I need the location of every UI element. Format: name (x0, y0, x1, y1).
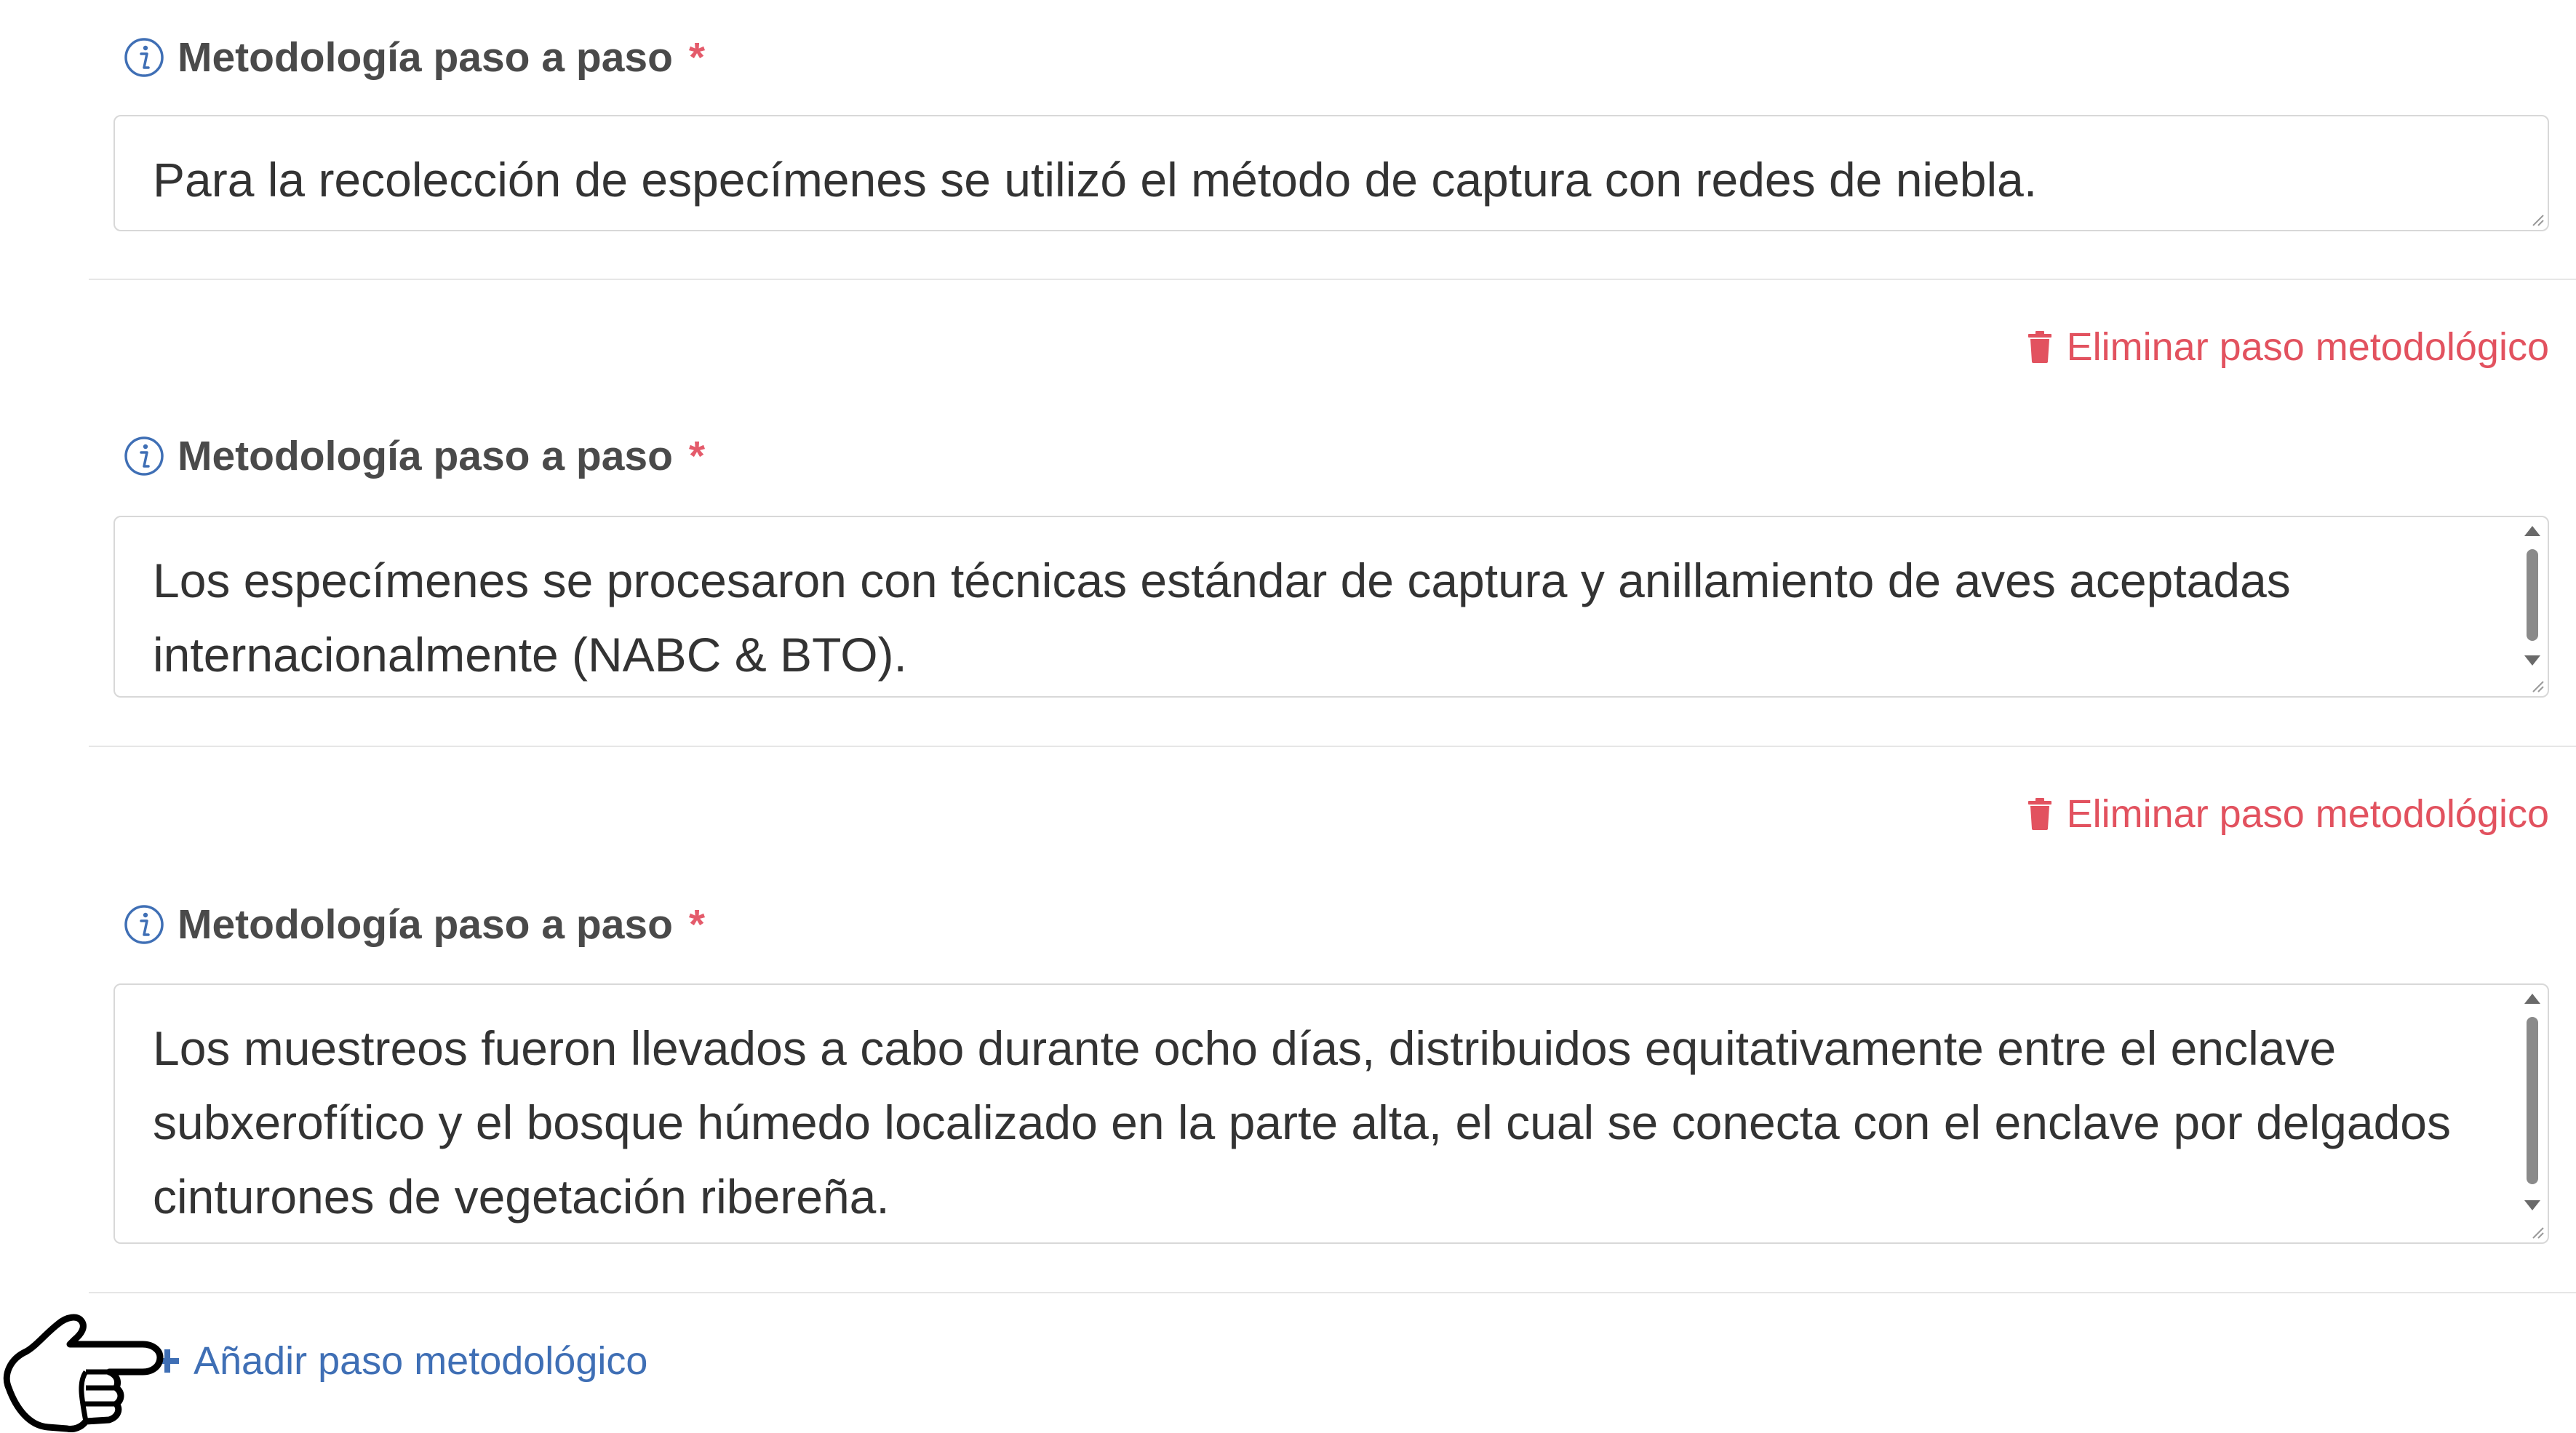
step-textarea-value: Para la recolección de especímenes se ut… (153, 153, 2038, 207)
pointing-hand-cursor-icon (3, 1314, 164, 1432)
scroll-thumb[interactable] (2527, 549, 2538, 641)
scroll-down-arrow-icon[interactable] (2524, 655, 2540, 666)
scroll-thumb[interactable] (2527, 1017, 2538, 1184)
step-textarea[interactable]: Los especímenes se procesaron con técnic… (113, 516, 2549, 698)
step-textarea[interactable]: Para la recolección de especímenes se ut… (113, 115, 2549, 231)
scroll-down-arrow-icon[interactable] (2524, 1200, 2540, 1210)
step-label: Metodología paso a paso (178, 901, 673, 948)
step-label-row: Metodología paso a paso * (124, 32, 705, 83)
step-label-row: Metodología paso a paso * (124, 899, 705, 950)
info-circle-icon[interactable] (124, 436, 164, 476)
trash-icon (2027, 798, 2051, 830)
scroll-up-arrow-icon[interactable] (2524, 526, 2540, 536)
add-step-label: Añadir paso metodológico (194, 1339, 648, 1383)
required-mark: * (688, 901, 706, 948)
resize-grip-icon[interactable] (2529, 211, 2545, 227)
required-mark: * (688, 34, 706, 81)
step-textarea-value: Los muestreos fueron llevados a cabo dur… (153, 1021, 2452, 1224)
step-label: Metodología paso a paso (178, 433, 673, 479)
resize-grip-icon[interactable] (2529, 1224, 2545, 1240)
textarea-scrollbar[interactable] (2520, 523, 2545, 668)
delete-step-button[interactable]: Eliminar paso metodológico (2027, 322, 2549, 372)
textarea-scrollbar[interactable] (2520, 991, 2545, 1213)
resize-grip-icon[interactable] (2529, 677, 2545, 693)
delete-step-label: Eliminar paso metodológico (2066, 325, 2549, 369)
trash-icon (2027, 331, 2051, 363)
step-textarea-value: Los especímenes se procesaron con técnic… (153, 554, 2291, 682)
info-circle-icon[interactable] (124, 37, 164, 78)
delete-step-label: Eliminar paso metodológico (2066, 792, 2549, 836)
add-step-button[interactable]: Añadir paso metodológico (153, 1336, 647, 1386)
step-label: Metodología paso a paso (178, 34, 673, 81)
step-divider (89, 1292, 2576, 1293)
step-divider (89, 746, 2576, 747)
scroll-up-arrow-icon[interactable] (2524, 994, 2540, 1004)
required-mark: * (688, 433, 706, 479)
methodology-form: Metodología paso a paso * Para la recole… (0, 0, 2576, 1432)
info-circle-icon[interactable] (124, 904, 164, 945)
delete-step-button[interactable]: Eliminar paso metodológico (2027, 789, 2549, 839)
step-divider (89, 279, 2576, 280)
step-label-row: Metodología paso a paso * (124, 431, 705, 482)
step-textarea[interactable]: Los muestreos fueron llevados a cabo dur… (113, 983, 2549, 1244)
